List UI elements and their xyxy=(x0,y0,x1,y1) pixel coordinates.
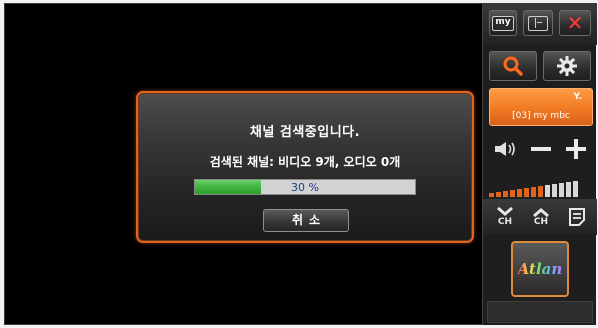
ch-up-label: CH xyxy=(533,217,549,227)
minimize-window-icon xyxy=(528,15,548,31)
channel-search-dialog: 채널 검색중입니다. 검색된 채널: 비디오 9개, 오디오 0개 30 % 취… xyxy=(136,91,474,243)
channel-down-icon xyxy=(497,207,513,216)
volume-level-bars xyxy=(489,181,585,197)
channel-up-button[interactable]: CH xyxy=(525,201,557,233)
progress-bar: 30 % xyxy=(194,179,416,195)
volume-up-button[interactable] xyxy=(559,133,593,165)
volume-down-button[interactable] xyxy=(525,133,557,165)
speaker-icon xyxy=(495,142,515,156)
channel-down-button[interactable]: CH xyxy=(489,201,521,233)
signal-antenna-icon: Y. xyxy=(573,92,582,102)
atlan-logo: Atlan xyxy=(517,260,563,278)
channel-label: [03] my mbc xyxy=(512,111,570,121)
volume-minus-icon xyxy=(531,147,551,151)
side-panel: my ✕ Y. [03] my mbc CH CH Atlan xyxy=(482,3,597,325)
cancel-button[interactable]: 취소 xyxy=(263,209,349,232)
list-icon xyxy=(569,208,585,226)
ch-down-label: CH xyxy=(497,217,513,227)
bottom-slot xyxy=(487,301,593,323)
close-button[interactable]: ✕ xyxy=(559,10,591,36)
atlan-logo-button[interactable]: Atlan xyxy=(511,241,569,297)
channel-up-icon xyxy=(533,208,549,217)
my-icon: my xyxy=(492,15,514,31)
progress-label: 30 % xyxy=(291,181,319,194)
volume-plus-icon xyxy=(566,139,586,159)
my-button[interactable]: my xyxy=(489,10,517,36)
search-icon xyxy=(503,56,523,76)
dialog-status: 검색된 채널: 비디오 9개, 오디오 0개 xyxy=(209,155,401,169)
gear-icon xyxy=(557,56,577,76)
channel-list-button[interactable] xyxy=(561,201,593,233)
channel-indicator[interactable]: Y. [03] my mbc xyxy=(489,88,593,126)
close-icon: ✕ xyxy=(566,11,584,35)
mute-button[interactable] xyxy=(489,133,523,165)
dialog-title: 채널 검색중입니다. xyxy=(249,125,361,140)
settings-button[interactable] xyxy=(543,51,591,81)
minimize-button[interactable] xyxy=(523,10,553,36)
search-button[interactable] xyxy=(489,51,537,81)
